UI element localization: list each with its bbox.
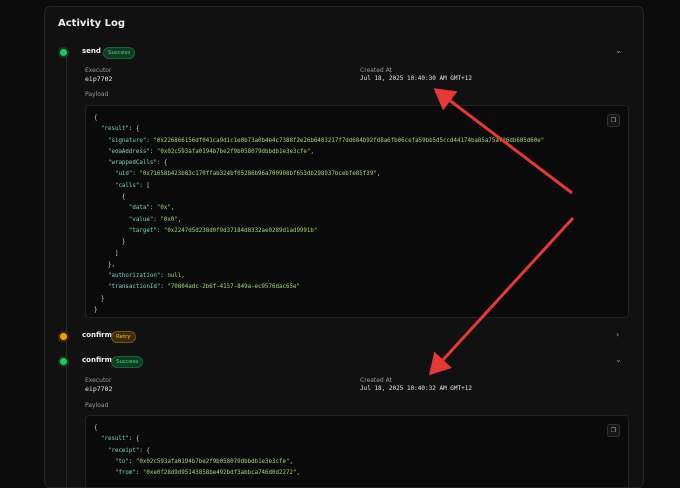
arrow-to-first-timestamp (433, 88, 573, 195)
annotation-arrows (428, 88, 575, 376)
arrow-to-second-timestamp (428, 216, 575, 376)
